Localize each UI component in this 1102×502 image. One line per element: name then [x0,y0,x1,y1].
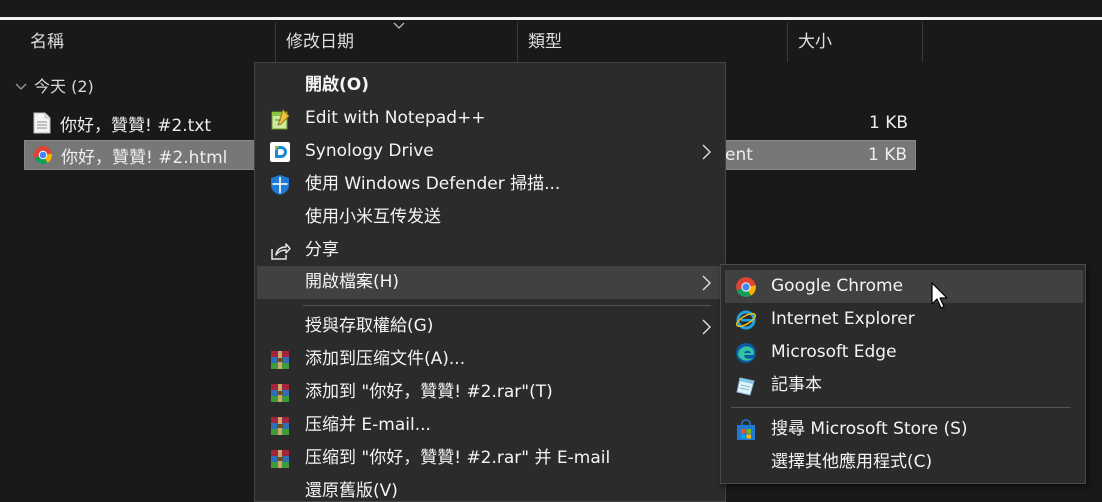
winrar-icon [271,450,289,468]
menu-item-synology-drive[interactable]: Synology Drive [257,135,723,168]
submenu-item-label: 搜尋 Microsoft Store (S) [771,419,968,439]
menu-item-label: 分享 [305,240,339,260]
menu-item-share[interactable]: 分享 [257,234,723,267]
file-name: 你好，贊贊! #2.html [61,147,228,168]
file-size: 1 KB [867,145,907,165]
submenu-item-google-chrome[interactable]: Google Chrome [725,270,1083,303]
submenu-item-label: 選擇其他應用程式(C) [771,452,933,472]
menu-item-add-to-archive[interactable]: 添加到压缩文件(A)... [257,343,723,376]
column-header: 名稱 修改日期 類型 大小 [0,22,1102,62]
context-menu: 開啟(O) Edit with Notepad++ Synology Drive… [254,62,726,502]
menu-item-label: 使用 Windows Defender 掃描... [305,174,561,194]
menu-separator [303,305,711,306]
menu-item-label: 開啟(O) [305,75,369,95]
menu-item-label: 開啟檔案(H) [305,272,400,292]
menu-item-compress-email[interactable]: 压缩并 E-mail... [257,409,723,442]
menu-item-restore-previous[interactable]: 還原舊版(V) [257,475,723,502]
column-size[interactable]: 大小 [788,22,923,62]
file-type: ent [725,145,753,165]
menu-item-label: 压缩并 E-mail... [305,415,431,435]
sort-descending-icon [393,22,405,29]
menu-item-label: 還原舊版(V) [305,481,398,501]
chevron-right-icon [702,144,711,160]
menu-item-label: 添加到压缩文件(A)... [305,349,466,369]
winrar-icon [271,384,289,402]
windows-defender-icon [271,175,289,195]
submenu-item-choose-another-app[interactable]: 選擇其他應用程式(C) [725,446,1083,479]
submenu-item-label: Google Chrome [771,276,904,296]
group-header-today[interactable]: 今天 (2) [14,74,94,100]
file-size: 1 KB [868,113,908,133]
column-type[interactable]: 類型 [518,22,788,62]
menu-item-open-with[interactable]: 開啟檔案(H) [257,266,723,299]
menu-item-compress-rar-email[interactable]: 压缩到 "你好，贊贊! #2.rar" 并 E-mail [257,442,723,475]
submenu-item-label: 記事本 [771,375,822,395]
chevron-down-icon [15,83,27,90]
notepad-icon [736,377,755,396]
submenu-item-label: Internet Explorer [771,309,915,329]
share-icon [271,243,291,260]
group-label: 今天 (2) [34,77,94,96]
chevron-right-icon [702,319,711,335]
chrome-icon [736,277,756,297]
chrome-icon [33,144,53,166]
menu-item-label: Edit with Notepad++ [305,108,486,128]
menu-item-label: 授與存取權給(G) [305,316,434,336]
window-top-border [0,17,1102,20]
menu-item-edit-notepad-plus-plus[interactable]: Edit with Notepad++ [257,102,723,135]
menu-item-add-to-rar[interactable]: 添加到 "你好，贊贊! #2.rar"(T) [257,376,723,409]
submenu-separator [731,407,1071,408]
menu-item-label: Synology Drive [305,141,434,161]
submenu-item-microsoft-edge[interactable]: Microsoft Edge [725,336,1083,369]
menu-item-label: 压缩到 "你好，贊贊! #2.rar" 并 E-mail [305,448,611,468]
menu-item-give-access[interactable]: 授與存取權給(G) [257,310,723,343]
mouse-cursor-icon [931,282,948,309]
text-file-icon [32,112,52,134]
winrar-icon [271,417,289,435]
microsoft-store-icon [737,419,755,440]
menu-item-open[interactable]: 開啟(O) [257,69,723,102]
menu-item-defender-scan[interactable]: 使用 Windows Defender 掃描... [257,168,723,201]
chevron-right-icon [702,275,711,291]
notepad-plus-plus-icon [271,109,290,130]
menu-item-label: 使用小米互传发送 [305,207,441,227]
winrar-icon [271,351,289,369]
internet-explorer-icon [735,310,757,330]
submenu-item-notepad[interactable]: 記事本 [725,369,1083,402]
menu-item-xiaomi-share[interactable]: 使用小米互传发送 [257,201,723,234]
submenu-item-internet-explorer[interactable]: Internet Explorer [725,303,1083,336]
open-with-submenu: Google Chrome Internet Explorer Microsof… [720,264,1086,484]
submenu-item-label: Microsoft Edge [771,342,897,362]
menu-item-label: 添加到 "你好，贊贊! #2.rar"(T) [305,382,553,402]
edge-icon [736,343,756,363]
file-name: 你好，贊贊! #2.txt [60,115,212,136]
column-name[interactable]: 名稱 [20,22,276,62]
synology-drive-icon [270,142,290,162]
submenu-item-search-store[interactable]: 搜尋 Microsoft Store (S) [725,413,1083,446]
